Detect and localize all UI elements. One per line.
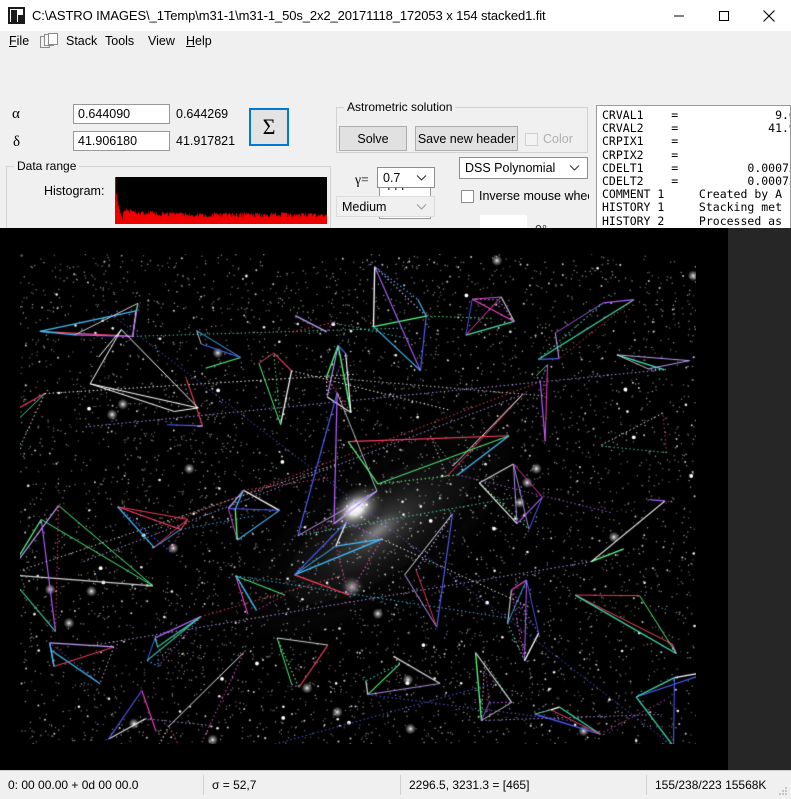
gamma-label: γ= (355, 172, 369, 187)
color-checkbox-label: Color (543, 132, 573, 146)
sigma-stack-button[interactable]: Σ (249, 108, 289, 146)
minimize-button[interactable] (656, 0, 701, 31)
menu-help[interactable]: Help (186, 34, 212, 48)
astap-main-window: C:\ASTRO IMAGES\_1Temp\m31-1\m31-1_50s_2… (0, 0, 791, 799)
close-button[interactable] (746, 0, 791, 31)
projection-value: DSS Polynomial (465, 161, 556, 175)
projection-combo[interactable]: DSS Polynomial (459, 157, 588, 179)
title-bar: C:\ASTRO IMAGES\_1Temp\m31-1\m31-1_50s_2… (0, 0, 791, 32)
alpha-input[interactable] (73, 104, 170, 124)
histogram-label: Histogram: (44, 184, 105, 198)
status-sigma-readout: σ = 52,7 (212, 778, 257, 792)
window-title: C:\ASTRO IMAGES\_1Temp\m31-1\m31-1_50s_2… (32, 8, 546, 23)
menu-bar: File Stack Tools View Help (0, 31, 791, 53)
menu-file[interactable]: File (9, 34, 29, 48)
maximize-icon (718, 10, 729, 21)
color-checkbox-box (525, 132, 538, 146)
stretch-combo[interactable]: Medium (336, 196, 435, 217)
status-memory-readout: 155/238/223 15568K (655, 778, 767, 792)
maximize-button[interactable] (701, 0, 746, 31)
minimize-icon (673, 15, 684, 16)
delta-readout: 41.917821 (176, 134, 236, 148)
status-coordinate-readout: 0: 00 00.00 + 0d 00 00.0 (8, 778, 139, 792)
alpha-symbol: α (12, 106, 20, 122)
menu-tools[interactable]: Tools (105, 34, 134, 48)
astrometric-group-label: Astrometric solution (344, 100, 456, 114)
image-viewport[interactable] (0, 228, 791, 770)
gamma-combo[interactable]: 0.7 (377, 167, 435, 188)
resize-grip-icon[interactable] (776, 784, 788, 796)
histogram-display (115, 177, 327, 224)
alpha-readout: 0.644269 (176, 107, 229, 121)
menu-stack[interactable]: Stack (66, 34, 97, 48)
chevron-down-icon (416, 203, 427, 210)
status-bar: 0: 00 00.00 + 0d 00 00.0 σ = 52,7 2296.5… (0, 770, 791, 799)
data-range-label: Data range (14, 159, 80, 173)
stacked-pages-icon[interactable] (40, 33, 62, 49)
gamma-value: 0.7 (383, 170, 401, 185)
inverse-wheel-label: Inverse mouse wheel (479, 189, 598, 203)
inverse-mouse-wheel-checkbox[interactable]: Inverse mouse wheel (461, 189, 597, 203)
menu-view[interactable]: View (148, 34, 175, 48)
solve-button[interactable]: Solve (339, 126, 407, 151)
delta-input[interactable] (73, 131, 170, 151)
save-new-header-button[interactable]: Save new header (415, 126, 518, 151)
control-panel: α δ 0.644269 41.917821 Σ Data range Hist… (0, 53, 791, 279)
inverse-wheel-checkbox-box (461, 189, 474, 203)
chevron-down-icon (416, 174, 427, 181)
status-pixel-readout: 2296.5, 3231.3 = [465] (409, 778, 530, 792)
app-icon (8, 7, 25, 24)
chevron-down-icon (569, 165, 580, 171)
delta-symbol: δ (13, 134, 21, 150)
color-checkbox[interactable]: Color (525, 132, 573, 146)
stretch-value: Medium (342, 199, 387, 214)
sky-image-canvas[interactable] (20, 254, 696, 744)
close-icon (762, 9, 775, 22)
